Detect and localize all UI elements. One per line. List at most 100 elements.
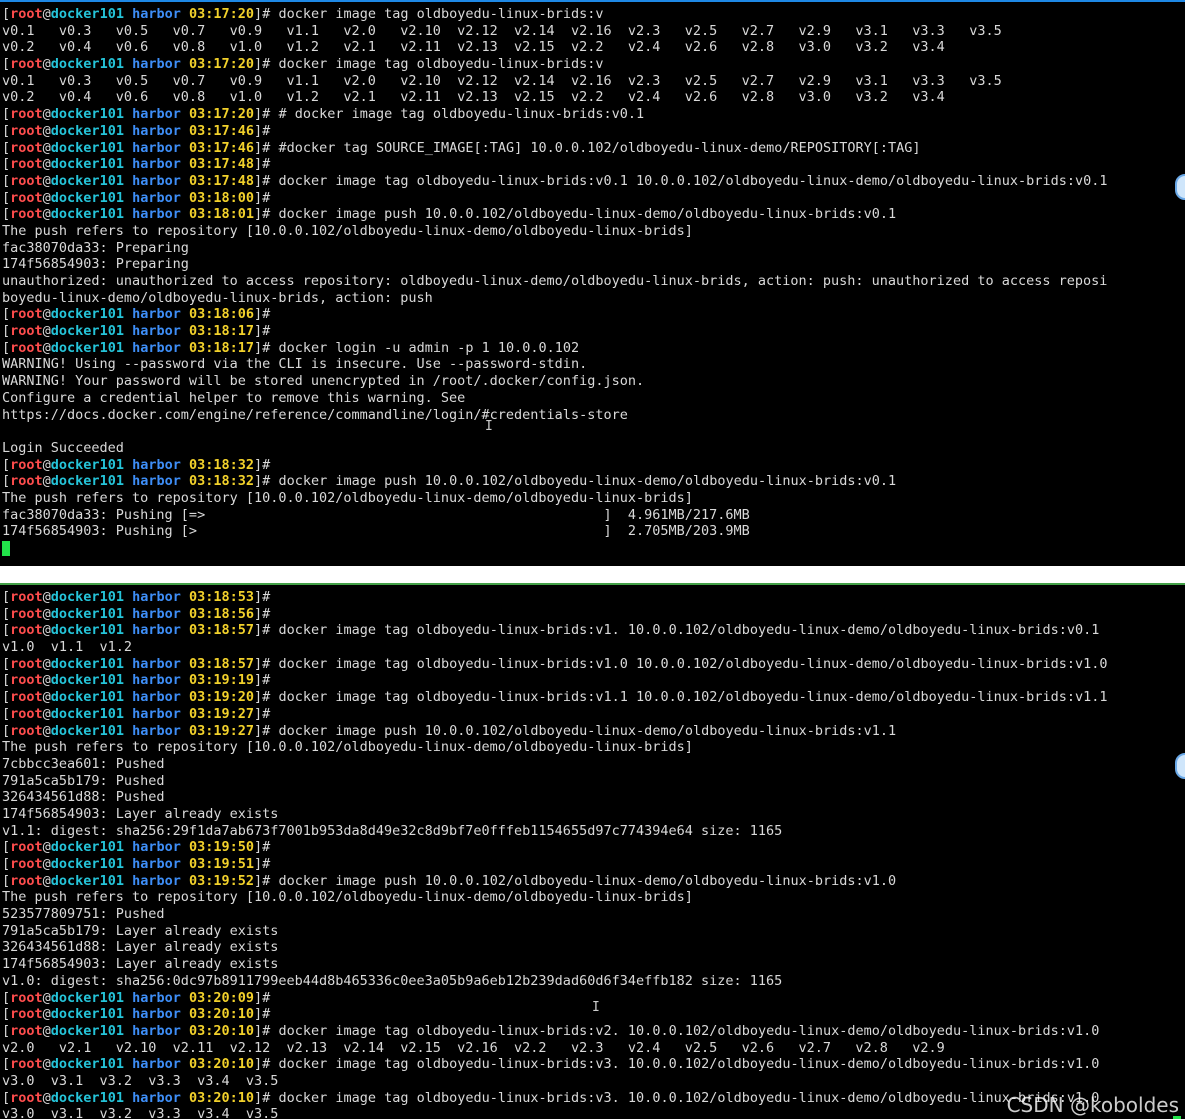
prompt-line: [root@docker101 harbor 03:19:52]# docker… xyxy=(2,873,1107,890)
prompt-user: root xyxy=(10,339,43,356)
prompt-host: docker101 xyxy=(50,139,124,156)
output-line: unauthorized: unauthorized to access rep… xyxy=(2,273,1108,289)
prompt-bracket: [ xyxy=(2,56,11,73)
prompt-bracket: [ xyxy=(2,122,11,139)
terminal-cursor xyxy=(2,540,10,556)
output-line: The push refers to repository [10.0.0.10… xyxy=(2,222,693,239)
prompt-at: @ xyxy=(42,1006,51,1023)
prompt-at: @ xyxy=(42,589,51,605)
prompt-host: docker101 xyxy=(50,339,124,356)
command-text: docker image push 10.0.0.102/oldboyedu-l… xyxy=(270,206,897,223)
prompt-host: docker101 xyxy=(50,856,124,872)
prompt-dir: harbor xyxy=(132,1089,181,1106)
prompt-end: ]# xyxy=(254,473,271,490)
output-line: The push refers to repository [10.0.0.10… xyxy=(2,739,693,756)
prompt-user: root xyxy=(10,189,43,206)
output-line: v2.0 v2.1 v2.10 v2.11 v2.12 v2.13 v2.14 … xyxy=(2,1039,945,1056)
prompt-dir: harbor xyxy=(132,705,181,722)
prompt-bracket: [ xyxy=(2,1006,11,1023)
prompt-host: docker101 xyxy=(50,189,124,206)
terminal-pane-bottom[interactable]: [root@docker101 harbor 03:18:53]# [root@d… xyxy=(0,583,1185,1119)
output-line: 7cbbcc3ea601: Pushed xyxy=(2,755,165,772)
output-line: 174f56854903: Pushing [> ] 2.705MB/203.9… xyxy=(2,523,750,540)
prompt-time: 03:18:53 xyxy=(189,589,255,605)
prompt-at: @ xyxy=(42,856,51,872)
prompt-at: @ xyxy=(42,139,51,156)
prompt-host: docker101 xyxy=(50,56,124,73)
output-line: v1.1: digest: sha256:29f1da7ab673f7001b9… xyxy=(2,822,783,839)
prompt-bracket: [ xyxy=(2,206,11,223)
prompt-end: ]# xyxy=(254,1006,271,1023)
prompt-end: ]# xyxy=(254,306,271,323)
scroll-handle-icon[interactable] xyxy=(1175,174,1185,200)
prompt-time: 03:19:27 xyxy=(189,722,255,739)
prompt-line: [root@docker101 harbor 03:17:46]# xyxy=(2,123,1107,140)
output-line: v0.1 v0.3 v0.5 v0.7 v0.9 v1.1 v2.0 v2.10… xyxy=(2,22,1002,39)
prompt-bracket: [ xyxy=(2,6,11,22)
prompt-line: [root@docker101 harbor 03:19:27]# xyxy=(2,706,1107,723)
prompt-dir: harbor xyxy=(132,206,181,223)
prompt-at: @ xyxy=(42,456,51,473)
prompt-host: docker101 xyxy=(50,1089,124,1106)
prompt-at: @ xyxy=(42,172,51,189)
prompt-line: [root@docker101 harbor 03:20:10]# xyxy=(2,1006,1107,1023)
prompt-host: docker101 xyxy=(50,989,124,1006)
prompt-host: docker101 xyxy=(50,655,124,672)
prompt-end: ]# xyxy=(254,622,271,639)
prompt-host: docker101 xyxy=(50,122,124,139)
prompt-user: root xyxy=(10,1056,43,1073)
prompt-host: docker101 xyxy=(50,839,124,856)
prompt-line: [root@docker101 harbor 03:17:48]# xyxy=(2,156,1107,173)
prompt-host: docker101 xyxy=(50,605,124,622)
prompt-bracket: [ xyxy=(2,1056,11,1073)
prompt-user: root xyxy=(10,672,43,689)
output-line: v0.2 v0.4 v0.6 v0.8 v1.0 v1.2 v2.1 v2.11… xyxy=(2,39,945,56)
output-line: boyedu-linux-demo/oldboyedu-linux-brids,… xyxy=(2,289,433,306)
prompt-bracket: [ xyxy=(2,622,11,639)
prompt-bracket: [ xyxy=(2,589,11,605)
prompt-end: ]# xyxy=(254,605,271,622)
prompt-dir: harbor xyxy=(132,989,181,1006)
prompt-host: docker101 xyxy=(50,1022,124,1039)
prompt-line: [root@docker101 harbor 03:18:00]# xyxy=(2,190,1107,207)
prompt-time: 03:19:27 xyxy=(189,705,255,722)
prompt-end: ]# xyxy=(254,672,271,689)
prompt-line: [root@docker101 harbor 03:18:17]# docker… xyxy=(2,340,1107,357)
prompt-bracket: [ xyxy=(2,189,11,206)
prompt-bracket: [ xyxy=(2,1089,11,1106)
prompt-at: @ xyxy=(42,605,51,622)
output-line: 791a5ca5b179: Layer already exists xyxy=(2,922,279,939)
prompt-dir: harbor xyxy=(132,872,181,889)
prompt-user: root xyxy=(10,122,43,139)
prompt-time: 03:17:20 xyxy=(189,56,255,73)
output-line: v0.1 v0.3 v0.5 v0.7 v0.9 v1.1 v2.0 v2.10… xyxy=(2,72,1002,89)
command-text: docker image tag oldboyedu-linux-brids:v… xyxy=(270,1089,1100,1106)
prompt-dir: harbor xyxy=(132,622,181,639)
prompt-end: ]# xyxy=(254,339,271,356)
command-text: docker image tag oldboyedu-linux-brids:v… xyxy=(270,1056,1100,1073)
prompt-user: root xyxy=(10,1006,43,1023)
prompt-dir: harbor xyxy=(132,1022,181,1039)
command-text: docker image push 10.0.0.102/oldboyedu-l… xyxy=(270,872,897,889)
prompt-user: root xyxy=(10,722,43,739)
prompt-at: @ xyxy=(42,6,51,22)
prompt-at: @ xyxy=(42,323,51,340)
prompt-user: root xyxy=(10,622,43,639)
prompt-end: ]# xyxy=(254,56,271,73)
prompt-dir: harbor xyxy=(132,456,181,473)
prompt-host: docker101 xyxy=(50,1056,124,1073)
scroll-handle-icon[interactable] xyxy=(1175,753,1185,779)
prompt-time: 03:17:48 xyxy=(189,156,255,173)
prompt-dir: harbor xyxy=(132,156,181,173)
prompt-user: root xyxy=(10,605,43,622)
prompt-line: [root@docker101 harbor 03:17:20]# docker… xyxy=(2,6,1107,23)
prompt-at: @ xyxy=(42,306,51,323)
prompt-bracket: [ xyxy=(2,323,11,340)
prompt-at: @ xyxy=(42,989,51,1006)
terminal-output-bottom: [root@docker101 harbor 03:18:53]# [root@d… xyxy=(2,589,1107,1119)
terminal-pane-top[interactable]: [root@docker101 harbor 03:17:20]# docker… xyxy=(0,0,1185,566)
prompt-dir: harbor xyxy=(132,189,181,206)
prompt-user: root xyxy=(10,839,43,856)
output-line: fac38070da33: Pushing [=> ] 4.961MB/217.… xyxy=(2,506,750,523)
prompt-line: [root@docker101 harbor 03:18:57]# docker… xyxy=(2,656,1107,673)
